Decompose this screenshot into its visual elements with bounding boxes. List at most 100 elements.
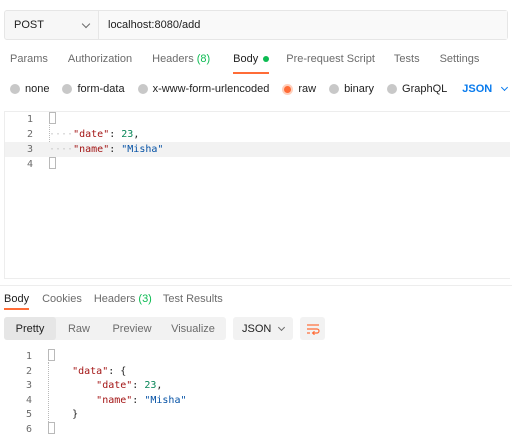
view-raw-button[interactable]: Raw <box>56 317 102 340</box>
line-number: 2 <box>26 129 33 140</box>
json-string: "Misha" <box>121 144 164 155</box>
json-key: "data" <box>72 365 109 377</box>
tab-label: Headers <box>152 53 194 65</box>
body-format-label: JSON <box>462 83 493 95</box>
tab-authorization[interactable]: Authorization <box>68 44 132 74</box>
tab-label: Body <box>4 293 30 305</box>
code-line: 4 <box>5 157 510 172</box>
response-view-switcher: Pretty Raw Preview Visualize <box>4 317 226 340</box>
line-number: 1 <box>26 114 33 125</box>
code-text <box>33 157 56 172</box>
request-tabs: Params Authorization Headers (8) Body Pre… <box>0 44 512 74</box>
url-input[interactable]: localhost:8080/add <box>99 11 507 39</box>
radio-label: form-data <box>77 83 125 95</box>
radio-label: GraphQL <box>402 83 448 95</box>
json-key: "name" <box>73 144 110 155</box>
body-type-form-data[interactable]: form-data <box>62 83 125 95</box>
radio-icon <box>10 84 20 94</box>
code-line: 3 "date": 23, <box>4 379 510 394</box>
radio-label: raw <box>298 83 317 95</box>
code-text <box>32 349 55 365</box>
tab-label: Params <box>10 53 48 65</box>
chevron-down-icon <box>81 19 91 28</box>
tab-count: (3) <box>138 293 152 305</box>
tab-label: Settings <box>439 53 480 65</box>
matched-brace <box>48 349 55 361</box>
pane-divider[interactable] <box>0 285 512 286</box>
tab-count: (8) <box>196 53 211 65</box>
body-type-raw[interactable]: raw <box>282 83 316 95</box>
radio-icon <box>387 84 398 94</box>
tab-label: Pre-request Script <box>286 53 375 65</box>
body-type-options: none form-data x-www-form-urlencoded raw… <box>0 80 512 98</box>
code-text <box>33 112 56 127</box>
code-text: "data": { <box>72 365 127 377</box>
code-text: ····"date": 23, <box>49 129 140 140</box>
body-type-binary[interactable]: binary <box>329 83 374 95</box>
tab-label: Body <box>233 53 259 65</box>
line-number: 2 <box>25 365 32 377</box>
radio-icon <box>329 84 340 94</box>
code-line: 1 <box>5 112 510 127</box>
radio-icon <box>62 84 73 94</box>
body-type-none[interactable]: none <box>10 83 49 95</box>
matched-brace <box>49 157 56 169</box>
response-format-select[interactable]: JSON <box>233 317 293 340</box>
tab-headers[interactable]: Headers (8) <box>152 44 210 74</box>
line-number: 1 <box>25 351 32 362</box>
tab-settings[interactable]: Settings <box>440 44 480 74</box>
tab-params[interactable]: Params <box>10 44 48 74</box>
wrap-lines-button[interactable] <box>300 317 325 340</box>
method-select[interactable]: POST <box>5 11 99 39</box>
request-body-editor[interactable]: 1 2 ····"date": 23, 3 ····"name": "Misha… <box>4 111 510 279</box>
code-text <box>32 421 55 438</box>
code-line: 2 ····"date": 23, <box>5 127 510 142</box>
radio-icon <box>137 84 148 94</box>
tab-label: Tests <box>393 53 420 65</box>
request-url-bar: POST localhost:8080/add <box>4 10 508 40</box>
tab-body[interactable]: Body <box>233 44 270 74</box>
chevron-down-icon <box>501 83 509 92</box>
line-number: 6 <box>25 423 32 435</box>
code-line: 6 <box>4 421 510 438</box>
body-format-select[interactable]: JSON <box>462 83 509 95</box>
method-label: POST <box>14 19 44 31</box>
matched-brace <box>48 421 55 434</box>
matched-brace <box>49 112 56 124</box>
code-text: "date": 23, <box>96 380 163 392</box>
radio-label: x-www-form-urlencoded <box>152 83 270 95</box>
body-type-graphql[interactable]: GraphQL <box>387 83 447 95</box>
code-text: ····"name": "Misha" <box>49 144 164 155</box>
view-preview-button[interactable]: Preview <box>102 317 162 340</box>
radio-selected-icon <box>282 83 294 95</box>
tab-response-body[interactable]: Body <box>4 288 30 310</box>
tab-label: Cookies <box>42 293 82 305</box>
whitespace-marker: ···· <box>49 129 74 140</box>
line-number: 3 <box>25 380 32 392</box>
view-pretty-button[interactable]: Pretty <box>4 317 56 340</box>
code-line-current: 3 ····"name": "Misha" <box>5 142 510 157</box>
tab-label: Headers <box>93 293 136 305</box>
line-number: 3 <box>26 144 33 155</box>
json-key: "name" <box>96 394 133 406</box>
code-line: 2 "data": { <box>4 365 510 380</box>
tab-response-headers[interactable]: Headers (3) <box>94 288 152 310</box>
body-modified-dot <box>263 56 270 62</box>
json-string: "Misha" <box>144 394 187 406</box>
code-line: 4 "name": "Misha" <box>4 394 510 409</box>
tab-tests[interactable]: Tests <box>394 44 420 74</box>
tab-response-cookies[interactable]: Cookies <box>42 288 82 310</box>
view-visualize-button[interactable]: Visualize <box>162 317 224 340</box>
line-number: 4 <box>25 394 32 406</box>
response-body-viewer[interactable]: 1 2 "data": { 3 "date": 23, 4 "name": "M… <box>4 349 510 440</box>
tab-pre-request-script[interactable]: Pre-request Script <box>286 44 375 74</box>
code-line: 1 <box>4 349 510 365</box>
tab-response-test-results[interactable]: Test Results <box>163 288 223 310</box>
json-key: "date" <box>96 380 133 392</box>
json-number: 23 <box>121 129 134 140</box>
wrap-lines-icon <box>306 323 320 335</box>
line-number: 4 <box>26 159 33 170</box>
radio-label: binary <box>344 83 375 95</box>
code-text: "name": "Misha" <box>96 394 187 406</box>
body-type-x-www-form-urlencoded[interactable]: x-www-form-urlencoded <box>137 83 270 95</box>
